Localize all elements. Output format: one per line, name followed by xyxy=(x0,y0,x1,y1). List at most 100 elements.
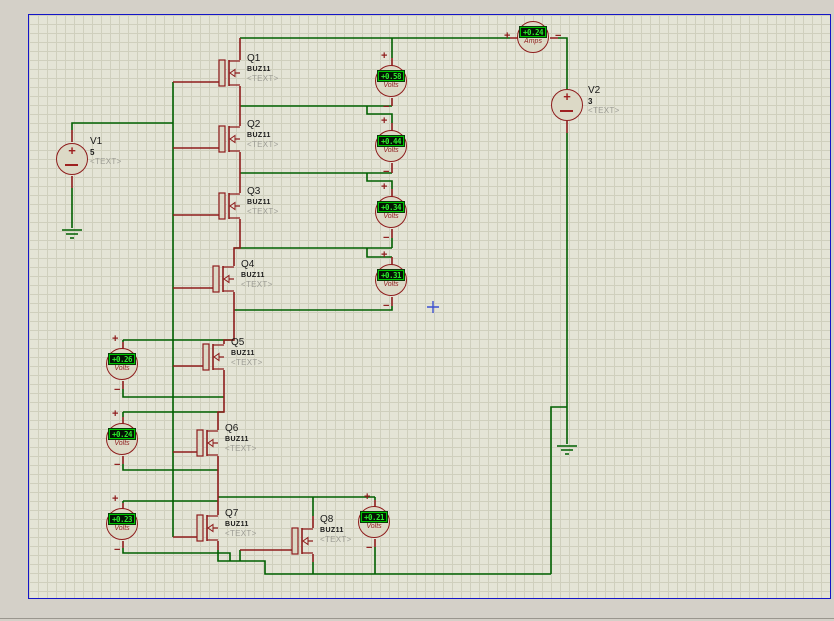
voltmeter-8-unit: Volts xyxy=(366,523,382,530)
voltmeter-7-display: +0.23 xyxy=(109,514,135,524)
wire-vm6-minus xyxy=(122,464,218,471)
q2-placeholder: <TEXT> xyxy=(247,140,279,149)
q4-placeholder: <TEXT> xyxy=(241,280,273,289)
voltmeter-7-plus: + xyxy=(112,493,119,505)
wire-ammeter-to-v2 xyxy=(558,37,568,89)
voltmeter-2[interactable]: +0.44 Volts xyxy=(375,130,407,162)
q6-labels: Q6 BUZ11 <TEXT> xyxy=(225,423,257,454)
ammeter-minus: − xyxy=(555,30,562,42)
source-V2[interactable]: + xyxy=(551,89,583,121)
v1-labels: V1 5 <TEXT> xyxy=(90,136,122,167)
v1-plus-icon: + xyxy=(68,143,76,158)
window-bottom-edge xyxy=(0,618,834,619)
voltmeter-4-display: +0.31 xyxy=(378,270,404,280)
voltmeter-5-plus: + xyxy=(112,333,119,345)
q3-placeholder: <TEXT> xyxy=(247,207,279,216)
q6-part: BUZ11 xyxy=(225,436,249,443)
voltmeter-4[interactable]: +0.31 Volts xyxy=(375,264,407,296)
voltmeter-8[interactable]: +0.21 Volts xyxy=(358,506,390,538)
ammeter-plus: + xyxy=(504,30,511,42)
v2-value: 3 xyxy=(588,97,593,106)
wire-vm7-plus xyxy=(122,500,218,503)
voltmeter-2-display: +0.44 xyxy=(378,136,404,146)
gate-stubs xyxy=(173,81,292,551)
v2-labels: V2 3 <TEXT> xyxy=(588,85,620,116)
voltmeter-5-display: +0.26 xyxy=(109,354,135,364)
schematic-editor-window: + V1 5 <TEXT> + V2 3 <TEXT> +0.24 Amps +… xyxy=(0,0,834,621)
q2-ref: Q2 xyxy=(247,119,261,130)
q1-placeholder: <TEXT> xyxy=(247,74,279,83)
voltmeter-6[interactable]: +0.24 Volts xyxy=(106,423,138,455)
q7-ref: Q7 xyxy=(225,508,239,519)
transistor-Q4[interactable] xyxy=(212,265,235,293)
wire-v1-to-gate-bus xyxy=(71,122,173,130)
voltmeter-6-display: +0.24 xyxy=(109,429,135,439)
wire-return-branch xyxy=(550,406,567,574)
q3-labels: Q3 BUZ11 <TEXT> xyxy=(247,186,279,217)
q3-part: BUZ11 xyxy=(247,199,271,206)
q5-placeholder: <TEXT> xyxy=(231,358,263,367)
q1-ref: Q1 xyxy=(247,53,261,64)
voltmeter-3-unit: Volts xyxy=(383,213,399,220)
v2-minus-icon xyxy=(560,110,573,112)
q5-ref: Q5 xyxy=(231,337,245,348)
transistor-Q6[interactable] xyxy=(196,429,219,457)
voltmeter-4-minus: − xyxy=(383,300,390,312)
voltmeter-2-minus: − xyxy=(383,166,390,178)
cursor-crosshair-icon xyxy=(427,301,439,313)
transistor-Q1[interactable] xyxy=(218,59,241,87)
voltmeter-6-unit: Volts xyxy=(114,440,130,447)
q8-placeholder: <TEXT> xyxy=(320,535,352,544)
transistor-Q3[interactable] xyxy=(218,192,241,220)
voltmeter-3-plus: + xyxy=(381,181,388,193)
voltmeter-5-unit: Volts xyxy=(114,365,130,372)
voltmeter-1[interactable]: +0.58 Volts xyxy=(375,65,407,97)
voltmeter-1-unit: Volts xyxy=(383,82,399,89)
voltmeter-3[interactable]: +0.34 Volts xyxy=(375,196,407,228)
voltmeter-8-plus: + xyxy=(364,491,371,503)
voltmeter-5-minus: − xyxy=(114,384,121,396)
q6-ref: Q6 xyxy=(225,423,239,434)
transistor-Q2[interactable] xyxy=(218,125,241,153)
voltmeter-5[interactable]: +0.26 Volts xyxy=(106,348,138,380)
q1-labels: Q1 BUZ11 <TEXT> xyxy=(247,53,279,84)
voltmeter-1-display: +0.58 xyxy=(378,71,404,81)
ammeter-unit: Amps xyxy=(524,38,542,45)
voltmeter-7-minus: − xyxy=(114,544,121,556)
wire-nets[interactable] xyxy=(62,37,577,575)
voltmeter-8-minus: − xyxy=(366,542,373,554)
q5-part: BUZ11 xyxy=(231,350,255,357)
wire-vm4-return xyxy=(234,306,393,311)
q8-ref: Q8 xyxy=(320,514,334,525)
q7-placeholder: <TEXT> xyxy=(225,529,257,538)
transistor-Q8[interactable] xyxy=(291,527,314,555)
v1-value: 5 xyxy=(90,148,95,157)
v2-ref: V2 xyxy=(588,85,601,96)
q1-part: BUZ11 xyxy=(247,66,271,73)
ammeter[interactable]: +0.24 Amps xyxy=(517,21,549,53)
v2-placeholder: <TEXT> xyxy=(588,106,620,115)
transistor-Q7[interactable] xyxy=(196,514,219,542)
voltmeter-2-plus: + xyxy=(381,115,388,127)
q7-part: BUZ11 xyxy=(225,521,249,528)
q3-ref: Q3 xyxy=(247,186,261,197)
voltmeter-3-minus: − xyxy=(383,232,390,244)
q7-labels: Q7 BUZ11 <TEXT> xyxy=(225,508,257,539)
v1-placeholder: <TEXT> xyxy=(90,157,122,166)
ground-symbol-left xyxy=(62,229,82,239)
v1-minus-icon xyxy=(65,164,78,166)
voltmeter-7[interactable]: +0.23 Volts xyxy=(106,508,138,540)
source-V1[interactable]: + xyxy=(56,143,88,175)
voltmeter-7-unit: Volts xyxy=(114,525,130,532)
transistor-Q5[interactable] xyxy=(202,343,225,371)
voltmeter-2-unit: Volts xyxy=(383,147,399,154)
ammeter-display: +0.24 xyxy=(520,27,546,37)
q2-labels: Q2 BUZ11 <TEXT> xyxy=(247,119,279,150)
q2-part: BUZ11 xyxy=(247,132,271,139)
wire-tap-q3-q4 xyxy=(234,238,393,258)
voltmeter-6-minus: − xyxy=(114,459,121,471)
q6-placeholder: <TEXT> xyxy=(225,444,257,453)
wire-vm5-plus xyxy=(122,339,234,342)
wire-vm7-minus xyxy=(122,548,231,561)
q4-labels: Q4 BUZ11 <TEXT> xyxy=(241,259,273,290)
